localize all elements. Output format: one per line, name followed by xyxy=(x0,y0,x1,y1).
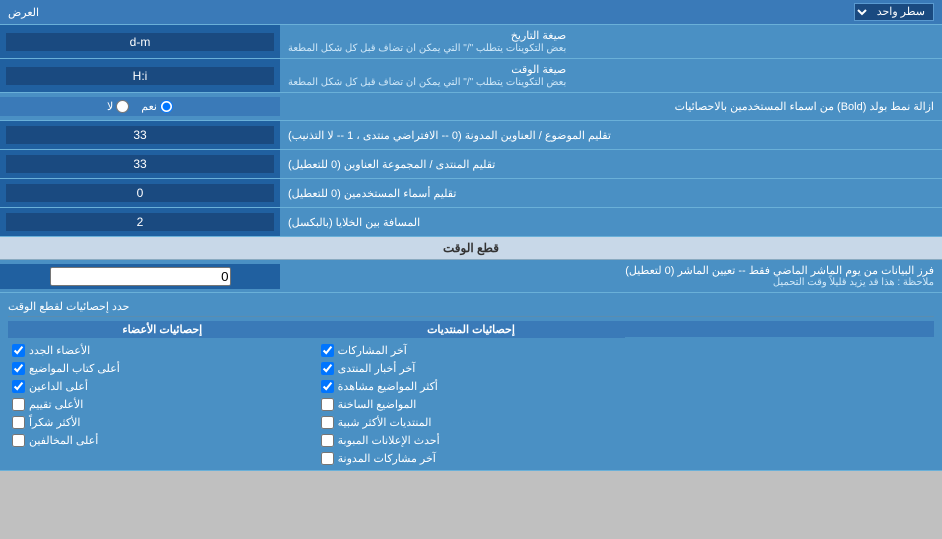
time-cut-label: فرز البيانات من يوم الماشر الماضي فقط --… xyxy=(280,260,942,292)
topic-title-input-wrapper xyxy=(0,121,280,149)
time-format-input-wrapper xyxy=(0,59,280,92)
checkboxes-grid: إحصائيات المنتديات آخر المشاركات آخر أخب… xyxy=(8,321,934,466)
checkbox-new-members[interactable] xyxy=(12,344,25,357)
members-col-title: إحصائيات الأعضاء xyxy=(8,321,317,338)
forum-title-field[interactable] xyxy=(6,155,274,173)
bold-no-radio[interactable] xyxy=(116,100,129,113)
list-item: أعلى الداعين xyxy=(8,379,317,394)
checkbox-most-viewed[interactable] xyxy=(321,380,334,393)
list-item: المنتديات الأكثر شبية xyxy=(317,415,626,430)
bold-no-label[interactable]: لا xyxy=(107,100,129,113)
checkbox-last-posts[interactable] xyxy=(321,344,334,357)
checkboxes-section: حدد إحصائيات لقطع الوقت إحصائيات المنتدي… xyxy=(0,293,942,471)
checkbox-top-inviters[interactable] xyxy=(12,380,25,393)
username-title-input-wrapper xyxy=(0,179,280,207)
list-item: آخر مشاركات المدونة xyxy=(317,451,626,466)
bold-remove-label: ازالة نمط بولد (Bold) من اسماء المستخدمي… xyxy=(280,96,942,117)
checkbox-col-forums: إحصائيات المنتديات آخر المشاركات آخر أخب… xyxy=(317,321,626,466)
list-item: الأعضاء الجدد xyxy=(8,343,317,358)
list-item: الأكثر شكراً xyxy=(8,415,317,430)
list-item: آخر أخبار المنتدى xyxy=(317,361,626,376)
cell-distance-input-wrapper xyxy=(0,208,280,236)
time-format-field[interactable] xyxy=(6,67,274,85)
bold-yes-label[interactable]: نعم xyxy=(141,100,173,113)
forum-title-input-wrapper xyxy=(0,150,280,178)
username-title-label: تقليم أسماء المستخدمين (0 للتعطيل) xyxy=(280,179,942,207)
date-format-input-wrapper xyxy=(0,25,280,58)
checkbox-hot-topics[interactable] xyxy=(321,398,334,411)
checkbox-most-similar[interactable] xyxy=(321,416,334,429)
header-label: العرض xyxy=(8,6,39,19)
list-item: أحدث الإعلانات المبوبة xyxy=(317,433,626,448)
checkboxes-title: حدد إحصائيات لقطع الوقت xyxy=(8,297,934,317)
checkbox-top-rated[interactable] xyxy=(12,398,25,411)
topic-title-label: تقليم الموضوع / العناوين المدونة (0 -- ا… xyxy=(280,121,942,149)
username-title-field[interactable] xyxy=(6,184,274,202)
forums-col-title: إحصائيات المنتديات xyxy=(317,321,626,338)
checkbox-latest-ads[interactable] xyxy=(321,434,334,447)
date-format-field[interactable] xyxy=(6,33,274,51)
cell-distance-field[interactable] xyxy=(6,213,274,231)
bold-remove-options: نعم لا xyxy=(0,97,280,116)
list-item: أعلى المخالفين xyxy=(8,433,317,448)
time-cut-title: قطع الوقت xyxy=(0,237,942,260)
time-format-label: صيغة الوقت بعض التكوينات يتطلب "/" التي … xyxy=(280,59,942,92)
display-select[interactable]: سطر واحد سطرين ثلاثة أسطر xyxy=(854,3,934,21)
time-cut-input-wrapper xyxy=(0,264,280,289)
bold-yes-radio[interactable] xyxy=(160,100,173,113)
list-item: آخر المشاركات xyxy=(317,343,626,358)
checkbox-most-thanked[interactable] xyxy=(12,416,25,429)
list-item: الأعلى تقييم xyxy=(8,397,317,412)
topic-title-field[interactable] xyxy=(6,126,274,144)
checkbox-col-empty xyxy=(625,321,934,466)
list-item: أعلى كتاب المواضيع xyxy=(8,361,317,376)
checkbox-last-news[interactable] xyxy=(321,362,334,375)
list-item: أكثر المواضيع مشاهدة xyxy=(317,379,626,394)
forum-title-label: تقليم المنتدى / المجموعة العناوين (0 للت… xyxy=(280,150,942,178)
cell-distance-label: المسافة بين الخلايا (بالبكسل) xyxy=(280,208,942,236)
checkbox-top-authors[interactable] xyxy=(12,362,25,375)
time-cut-field[interactable] xyxy=(50,267,231,286)
checkbox-blog-posts[interactable] xyxy=(321,452,334,465)
date-format-label: صيغة التاريخ بعض التكوينات يتطلب "/" الت… xyxy=(280,25,942,58)
list-item: المواضيع الساخنة xyxy=(317,397,626,412)
checkbox-top-violators[interactable] xyxy=(12,434,25,447)
checkbox-col-members: إحصائيات الأعضاء الأعضاء الجدد أعلى كتاب… xyxy=(8,321,317,466)
